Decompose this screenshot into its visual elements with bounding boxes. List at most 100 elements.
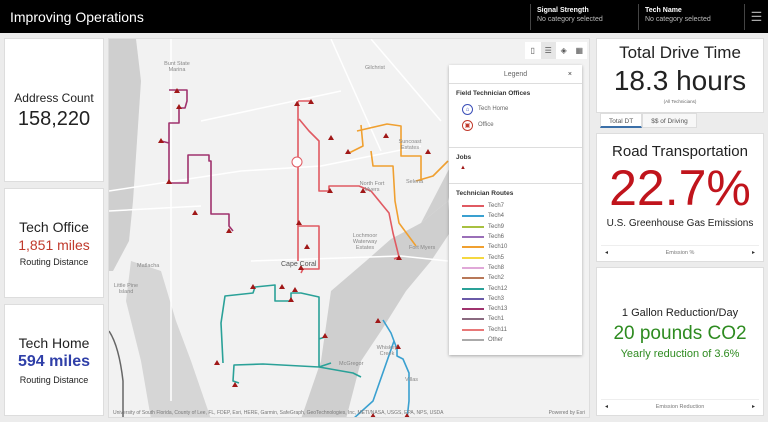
legend-route-item: Other bbox=[456, 335, 575, 345]
road-transportation-card: Road Transportation 22.7% U.S. Greenhous… bbox=[596, 133, 764, 262]
legend-label: Tech5 bbox=[488, 254, 505, 261]
legend-panel: Legend × Field Technician Offices ⌂ Tech H… bbox=[449, 65, 582, 355]
signal-strength-filter[interactable]: Signal Strength No category selected bbox=[530, 4, 638, 30]
office-icon: ▣ bbox=[462, 119, 473, 131]
legend-route-item: Tech9 bbox=[456, 222, 575, 232]
legend-section-title: Jobs bbox=[456, 154, 472, 161]
tab-driving-cost[interactable]: $$ of Driving bbox=[642, 113, 697, 128]
legend-title: Legend bbox=[503, 71, 528, 78]
filter-value: No category selected bbox=[537, 16, 603, 23]
card-subtitle: Routing Distance bbox=[19, 375, 89, 385]
hamburger-icon[interactable]: ☰ bbox=[744, 4, 768, 30]
legend-route-item: Tech5 bbox=[456, 252, 575, 262]
office-marker[interactable] bbox=[291, 156, 303, 168]
legend-label: Tech4 bbox=[488, 213, 505, 220]
legend-section-title: Technician Routes bbox=[456, 190, 514, 197]
filter-label: Tech Name bbox=[645, 7, 682, 14]
job-marker[interactable] bbox=[214, 360, 220, 365]
drive-time-card: Total Drive Time 18.3 hours (All Technic… bbox=[596, 38, 764, 113]
legend-section-title: Field Technician Offices bbox=[456, 90, 531, 97]
map-label: Cape Coral bbox=[281, 261, 317, 268]
prev-arrow-icon[interactable]: ◂ bbox=[605, 246, 608, 260]
legend-icon[interactable]: ☰ bbox=[540, 42, 556, 59]
tech-name-filter[interactable]: Tech Name No category selected bbox=[638, 4, 744, 30]
route-swatch bbox=[462, 308, 484, 311]
job-marker[interactable] bbox=[288, 297, 294, 302]
legend-label: Tech12 bbox=[488, 285, 508, 292]
route-swatch bbox=[462, 318, 484, 321]
route-swatch bbox=[462, 225, 484, 228]
job-marker[interactable] bbox=[304, 244, 310, 249]
legend-label: Tech6 bbox=[488, 234, 505, 241]
job-marker[interactable] bbox=[176, 104, 182, 109]
route-swatch bbox=[462, 256, 484, 259]
route-swatch bbox=[462, 339, 484, 341]
job-marker[interactable] bbox=[383, 133, 389, 138]
gallon-reduction-card: 1 Gallon Reduction/Day 20 pounds CO2 Yea… bbox=[596, 267, 764, 416]
route-swatch bbox=[462, 266, 484, 269]
tech-office-card: Tech Office 1,851 miles Routing Distance bbox=[4, 188, 104, 298]
tab-total-dt[interactable]: Total DT bbox=[600, 113, 643, 128]
card-value: 20 pounds CO2 bbox=[613, 323, 747, 344]
top-bar: Improving Operations Signal Strength No … bbox=[0, 0, 768, 33]
next-arrow-icon[interactable]: ▸ bbox=[752, 400, 755, 414]
job-marker[interactable] bbox=[345, 149, 351, 154]
tech-home-card: Tech Home 594 miles Routing Distance bbox=[4, 304, 104, 416]
map-label: Gilchrist bbox=[365, 65, 385, 71]
job-triangle-icon: ▲ bbox=[460, 165, 466, 171]
card-value: 158,220 bbox=[17, 108, 91, 130]
map-label: Suncoast Estates bbox=[398, 139, 422, 151]
route-swatch bbox=[462, 297, 484, 300]
route-tech13[interactable] bbox=[168, 89, 234, 232]
legend-route-item: Tech13 bbox=[456, 304, 575, 314]
legend-label: Tech10 bbox=[488, 244, 508, 251]
card-note: (All Technicians) bbox=[663, 99, 697, 104]
map-label: McGregor bbox=[339, 361, 364, 367]
prev-arrow-icon[interactable]: ◂ bbox=[605, 400, 608, 414]
legend-label: Tech2 bbox=[488, 275, 505, 282]
job-marker[interactable] bbox=[296, 220, 302, 225]
card-subtitle: Yearly reduction of 3.6% bbox=[620, 348, 740, 360]
route-swatch bbox=[462, 215, 484, 218]
legend-route-item: Tech3 bbox=[456, 294, 575, 304]
job-marker[interactable] bbox=[158, 138, 164, 143]
address-count-card: Address Count 158,220 bbox=[4, 38, 104, 182]
route-map[interactable]: Bunt State Marina Gilchrist Suncoast Est… bbox=[108, 38, 590, 418]
filter-label: Signal Strength bbox=[537, 7, 589, 14]
legend-label: Office bbox=[478, 122, 494, 128]
map-label: Villas bbox=[405, 377, 419, 383]
card-subtitle: U.S. Greenhouse Gas Emissions bbox=[606, 218, 754, 229]
card-title: Total Drive Time bbox=[619, 43, 741, 62]
basemap-icon[interactable]: ▦ bbox=[572, 42, 588, 59]
job-marker[interactable] bbox=[328, 135, 334, 140]
legend-label: Tech1 bbox=[488, 316, 505, 323]
job-marker[interactable] bbox=[279, 284, 285, 289]
legend-route-item: Tech7 bbox=[456, 201, 575, 211]
route-swatch bbox=[462, 277, 484, 280]
card-subtitle: Routing Distance bbox=[19, 257, 89, 267]
drive-tabs: Total DT $$ of Driving bbox=[600, 113, 697, 128]
card-title: Road Transportation bbox=[612, 143, 748, 160]
map-label: Selena bbox=[406, 179, 424, 185]
legend-route-item: Tech10 bbox=[456, 242, 575, 252]
job-marker[interactable] bbox=[425, 149, 431, 154]
map-label: North Fort Myers bbox=[359, 181, 385, 193]
map-label: Bunt State Marina bbox=[164, 61, 190, 73]
map-label: Lochmoor Waterway Estates bbox=[352, 233, 378, 251]
card-value: 18.3 hours bbox=[613, 65, 747, 96]
layers-icon[interactable]: ◈ bbox=[556, 42, 572, 59]
card-title: Tech Home bbox=[18, 335, 90, 351]
route-swatch bbox=[462, 287, 484, 290]
next-arrow-icon[interactable]: ▸ bbox=[752, 246, 755, 260]
app-title: Improving Operations bbox=[10, 9, 144, 25]
nav-label: Emission Reduction bbox=[655, 404, 705, 410]
card-title: Tech Office bbox=[19, 219, 89, 235]
legend-route-item: Tech4 bbox=[456, 211, 575, 221]
close-icon[interactable]: × bbox=[568, 65, 572, 84]
job-marker[interactable] bbox=[192, 210, 198, 215]
job-marker[interactable] bbox=[292, 287, 298, 292]
route-swatch bbox=[462, 205, 484, 208]
powered-by[interactable]: Powered by Esri bbox=[549, 410, 585, 416]
home-icon: ⌂ bbox=[462, 103, 473, 115]
bookmark-icon[interactable]: ▯ bbox=[525, 42, 541, 59]
